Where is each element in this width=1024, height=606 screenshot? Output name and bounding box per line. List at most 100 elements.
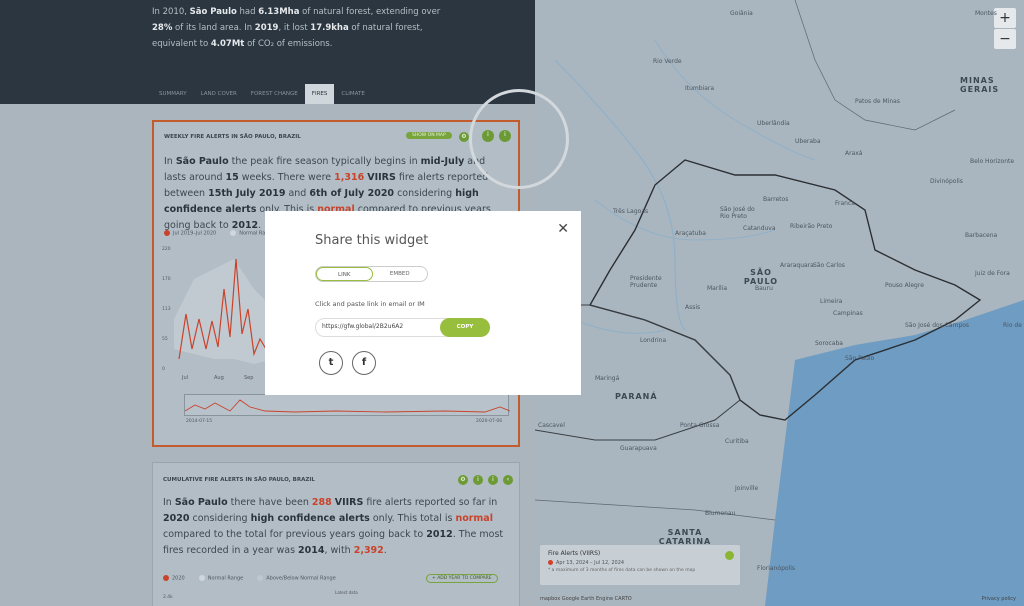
location-header: In 2010, São Paulo had 6.13Mha of natura… — [0, 0, 535, 104]
widget-sentence: In São Paulo there have been 288 VIIRS f… — [163, 497, 504, 556]
y-tick: 2.4k — [163, 595, 173, 600]
tab-climate[interactable]: CLIMATE — [334, 84, 371, 104]
tab-link[interactable]: LINK — [316, 267, 373, 281]
map-label: MINAS GERAIS — [960, 76, 1000, 94]
legend-dates: Apr 13, 2024 – Jul 12, 2024 — [548, 560, 732, 566]
tab-embed[interactable]: EMBED — [373, 267, 428, 281]
map-label: SANTA CATARINA — [658, 528, 712, 546]
map-label: Divinópolis — [930, 178, 963, 185]
y-tick: 113 — [162, 307, 171, 312]
map-label: São Carlos — [813, 262, 845, 269]
normal-range-area — [174, 259, 274, 364]
chart-legend: Jul 2019–Jul 2020 Normal Range — [164, 230, 275, 237]
chart-legend: 2020 Normal Range Above/Below Normal Ran… — [163, 575, 336, 582]
widget-title: CUMULATIVE FIRE ALERTS IN SÃO PAULO, BRA… — [163, 477, 315, 483]
share-hint: Click and paste link in email or IM — [315, 300, 425, 308]
map-label: Cascavel — [538, 422, 565, 429]
zoom-out-button[interactable]: − — [994, 29, 1016, 49]
share-url-input[interactable] — [322, 323, 432, 330]
map-label: Araxá — [845, 150, 863, 157]
show-on-map-button[interactable]: SHOW ON MAP — [406, 132, 452, 139]
legend-info-icon[interactable] — [725, 551, 734, 560]
zoom-in-button[interactable]: + — [994, 8, 1016, 28]
legend-item: Above/Below Normal Range — [257, 575, 336, 582]
intro-text: In 2010, São Paulo had 6.13Mha of natura… — [152, 7, 441, 49]
cumulative-fire-alerts-widget: CUMULATIVE FIRE ALERTS IN SÃO PAULO, BRA… — [152, 462, 520, 606]
tab-fires[interactable]: FIRES — [304, 84, 335, 104]
map-label: Uberlândia — [757, 120, 790, 127]
tab-land-cover[interactable]: LAND COVER — [194, 84, 244, 104]
legend-item: Normal Range — [198, 575, 243, 582]
highlight-ring — [469, 89, 569, 189]
map-label: Ribeirão Preto — [790, 223, 833, 230]
map-label: Uberaba — [795, 138, 821, 145]
map-canvas[interactable]: + − Montes Goiânia Rio Verde MINAS GERAI… — [535, 0, 1024, 606]
weekly-chart: 220 170 113 55 0 Jul Aug Sep — [162, 247, 274, 387]
range-start-label: 2014-07-15 — [186, 419, 213, 424]
share-icon[interactable]: ‹ — [503, 475, 513, 485]
info-icon[interactable]: i — [488, 475, 498, 485]
map-label: Rio de — [1003, 322, 1022, 329]
close-icon[interactable]: ✕ — [557, 221, 569, 237]
map-label: Marília — [707, 285, 727, 292]
map-label: Juiz de Fora — [975, 270, 1010, 277]
map-label: Patos de Minas — [855, 98, 900, 105]
map-label: Assis — [685, 304, 701, 311]
dialog-title: Share this widget — [315, 233, 429, 248]
brush-sparkline — [184, 399, 511, 413]
y-tick: 0 — [162, 367, 165, 372]
settings-icon[interactable]: ⚙ — [459, 132, 469, 142]
map-label: Barbacena — [965, 232, 998, 239]
map-label: Catanduva — [743, 225, 776, 232]
map-label: Joinville — [735, 485, 759, 492]
facebook-icon[interactable]: f — [352, 351, 376, 375]
map-label: Bauru — [755, 285, 773, 292]
map-svg — [535, 0, 1024, 606]
category-tabs: SUMMARY LAND COVER FOREST CHANGE FIRES C… — [152, 84, 372, 104]
range-end-label: 2020-07-06 — [476, 419, 503, 424]
map-label: Belo Horizonte — [970, 158, 1015, 165]
y-tick: 220 — [162, 247, 171, 252]
tab-forest-change[interactable]: FOREST CHANGE — [244, 84, 305, 104]
info-icon[interactable]: i — [473, 475, 483, 485]
y-tick: 55 — [162, 337, 168, 342]
map-label: Goiânia — [730, 10, 753, 17]
latest-data-label: Latest data — [335, 590, 358, 595]
x-tick: Jul — [182, 375, 189, 381]
map-label: Araraquara — [780, 262, 814, 269]
map-label: Itumbiara — [685, 85, 715, 92]
copy-button[interactable]: COPY — [440, 318, 490, 337]
map-attribution: mapbox Google Earth Engine CARTO — [540, 596, 632, 602]
twitter-icon[interactable]: t — [319, 351, 343, 375]
add-year-button[interactable]: + ADD YEAR TO COMPARE — [426, 574, 498, 583]
map-label: SÃO PAULO — [743, 268, 779, 286]
map-label: Florianópolis — [757, 565, 796, 572]
map-label: Ponta Grossa — [680, 422, 720, 429]
map-label: Curitiba — [725, 438, 749, 445]
map-label: Montes — [975, 10, 997, 17]
share-mode-toggle: LINK EMBED — [315, 266, 428, 282]
weekly-chart-svg — [174, 258, 274, 364]
date-range-brush[interactable] — [184, 394, 511, 416]
x-tick: Sep — [244, 375, 254, 381]
map-label: Araçatuba — [675, 230, 706, 237]
tab-summary[interactable]: SUMMARY — [152, 84, 194, 104]
widget-title: WEEKLY FIRE ALERTS IN SÃO PAULO, BRAZIL — [164, 134, 301, 140]
map-label: Franca — [835, 200, 855, 207]
map-label: PARANÁ — [615, 392, 658, 401]
map-label: Londrina — [640, 337, 667, 344]
privacy-policy-link[interactable]: Privacy policy — [982, 596, 1016, 602]
map-label: São Paulo — [845, 355, 875, 362]
settings-icon[interactable]: ⚙ — [458, 475, 468, 485]
map-label: Campinas — [833, 310, 863, 317]
legend-item: Jul 2019–Jul 2020 — [164, 230, 216, 237]
share-dialog: Share this widget ✕ LINK EMBED Click and… — [265, 211, 581, 395]
map-label: São José dos Campos — [905, 322, 970, 329]
map-legend: Fire Alerts (VIIRS) Apr 13, 2024 – Jul 1… — [540, 545, 740, 585]
map-label: Rio Verde — [653, 58, 682, 65]
map-label: Sorocaba — [815, 340, 843, 347]
map-label: Guarapuava — [620, 445, 657, 452]
fire-dot-icon — [548, 560, 553, 565]
map-label: Presidente Prudente — [630, 275, 662, 289]
legend-title: Fire Alerts (VIIRS) — [548, 550, 601, 557]
